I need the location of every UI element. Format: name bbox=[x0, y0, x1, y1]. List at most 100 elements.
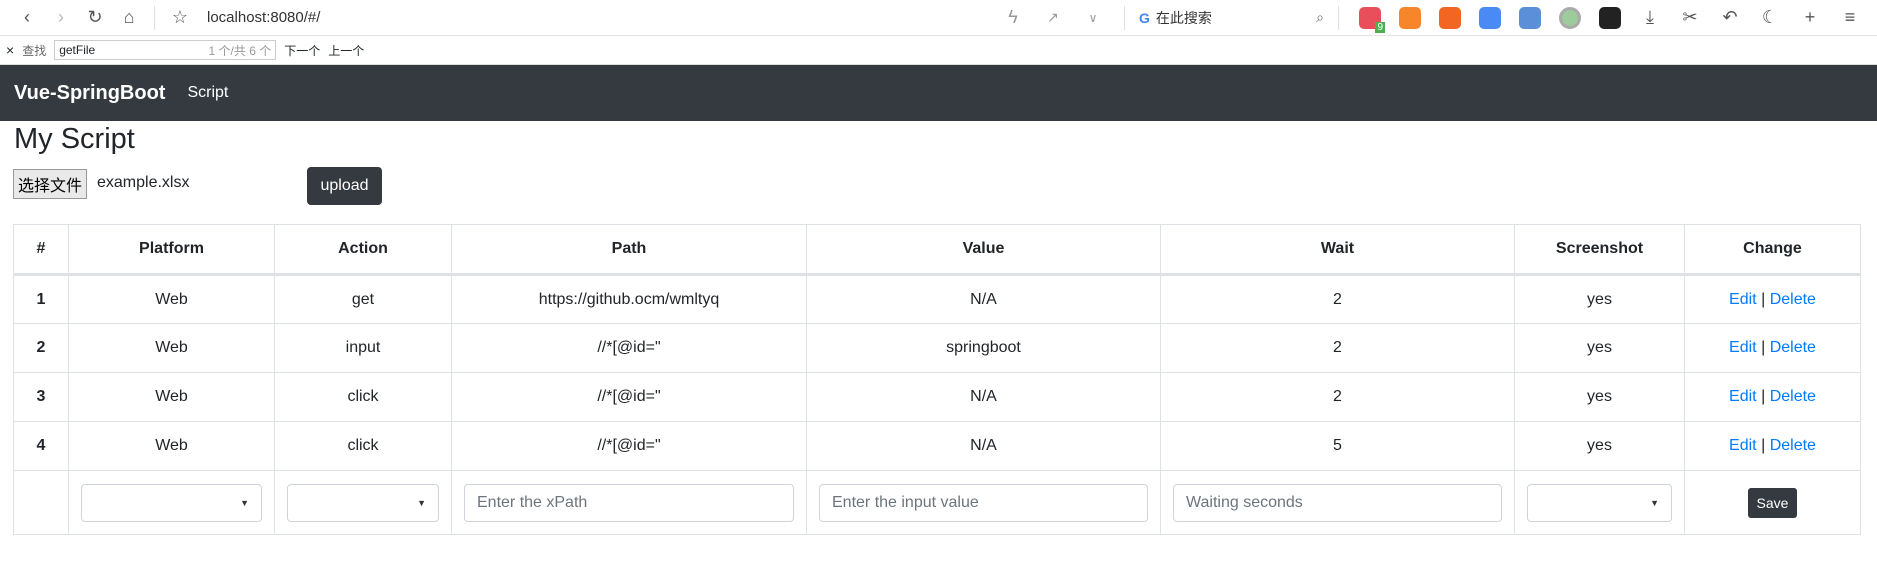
path-cell: //*[@id=" bbox=[451, 323, 807, 373]
edit-link[interactable]: Edit bbox=[1729, 291, 1757, 308]
screenshot-select[interactable]: ▼ bbox=[1527, 483, 1672, 522]
page-title: My Script bbox=[14, 123, 135, 155]
dropdown-arrow-icon: ▼ bbox=[417, 497, 426, 508]
path-cell: https://github.ocm/wmltyq bbox=[451, 274, 807, 324]
separator: | bbox=[1761, 339, 1766, 356]
navbar: Vue-SpringBoot Script bbox=[0, 65, 1877, 121]
change-cell: Edit | Delete bbox=[1684, 372, 1861, 422]
header-value: Value bbox=[806, 224, 1161, 276]
share-icon[interactable]: ↗ bbox=[1036, 9, 1070, 26]
wait-input[interactable]: Waiting seconds bbox=[1173, 483, 1502, 522]
home-icon[interactable]: ⌂ bbox=[112, 7, 146, 28]
nav-link-script[interactable]: Script bbox=[187, 84, 228, 102]
table-header: # Platform Action Path Value Wait Screen… bbox=[13, 224, 1861, 276]
delete-link[interactable]: Delete bbox=[1770, 388, 1816, 405]
edit-link[interactable]: Edit bbox=[1729, 388, 1757, 405]
delete-link[interactable]: Delete bbox=[1770, 291, 1816, 308]
find-prev-button[interactable]: 上一个 bbox=[328, 42, 364, 59]
value-cell: N/A bbox=[806, 274, 1161, 324]
table-row: 1 Web get https://github.ocm/wmltyq N/A 2 yes E… bbox=[13, 274, 1861, 324]
value-input[interactable]: Enter the input value bbox=[819, 483, 1148, 522]
search-icon[interactable]: ⌕ bbox=[1316, 9, 1324, 26]
header-path: Path bbox=[451, 224, 807, 276]
search-placeholder: 在此搜索 bbox=[1155, 9, 1212, 26]
find-count: 1 个/共 6 个 bbox=[208, 43, 272, 58]
plus-icon[interactable]: + bbox=[1793, 7, 1827, 28]
reload-icon[interactable]: ↻ bbox=[78, 7, 112, 28]
table-row: 4 Web click//*[@id=" N/A 5 yes Edit | Delete bbox=[13, 421, 1861, 471]
star-icon[interactable]: ☆ bbox=[163, 7, 197, 28]
save-button[interactable]: Save bbox=[1747, 487, 1798, 518]
header-action: Action bbox=[274, 224, 452, 276]
file-name: example.xlsx bbox=[97, 174, 190, 191]
value-cell: N/A bbox=[806, 421, 1161, 471]
platform-select[interactable]: ▼ bbox=[81, 483, 262, 522]
circle-icon[interactable] bbox=[1559, 6, 1581, 29]
path-cell: //*[@id=" bbox=[451, 372, 807, 422]
screenshot-cell: yes bbox=[1514, 421, 1685, 471]
header-change: Change bbox=[1684, 224, 1861, 276]
tool-icon[interactable] bbox=[1519, 6, 1541, 29]
google-icon: G bbox=[1139, 9, 1150, 26]
choose-file-button[interactable]: 选择文件 bbox=[13, 169, 88, 199]
find-bar: × 查找 getFile 1 个/共 6 个 下一个 上一个 bbox=[0, 36, 1877, 65]
browser-toolbar: ‹ › ↻ ⌂ ☆ localhost:8080/#/ ϟ ↗ ∨ G 在此搜索… bbox=[0, 0, 1877, 36]
platform-cell: Web bbox=[68, 421, 275, 471]
find-query: getFile bbox=[59, 43, 96, 57]
divider bbox=[1338, 5, 1339, 30]
find-next-button[interactable]: 下一个 bbox=[284, 42, 320, 59]
action-cell: click bbox=[274, 372, 452, 422]
path-input[interactable]: Enter the xPath bbox=[464, 483, 794, 522]
back-icon[interactable]: ‹ bbox=[10, 7, 44, 28]
upload-button[interactable]: upload bbox=[307, 167, 382, 205]
screenshot-cell: yes bbox=[1514, 372, 1685, 422]
wait-cell: 2 bbox=[1160, 372, 1515, 422]
divider bbox=[1124, 5, 1125, 30]
header-platform: Platform bbox=[68, 224, 275, 276]
game-icon[interactable] bbox=[1399, 6, 1421, 29]
forward-icon[interactable]: › bbox=[44, 7, 78, 28]
badge: 9 bbox=[1375, 21, 1385, 33]
menu-icon[interactable]: ≡ bbox=[1833, 7, 1867, 28]
header-number: # bbox=[13, 224, 69, 276]
close-icon[interactable]: × bbox=[6, 42, 14, 58]
row-number: 4 bbox=[13, 421, 69, 471]
undo-icon[interactable]: ↶ bbox=[1713, 7, 1747, 28]
find-input[interactable]: getFile 1 个/共 6 个 bbox=[54, 40, 277, 60]
dropdown-arrow-icon: ▼ bbox=[240, 497, 249, 508]
platform-cell: Web bbox=[68, 274, 275, 324]
translate-icon[interactable] bbox=[1479, 6, 1501, 29]
delete-link[interactable]: Delete bbox=[1770, 339, 1816, 356]
lightning-icon[interactable]: ϟ bbox=[996, 7, 1030, 28]
separator: | bbox=[1761, 290, 1766, 308]
row-number: 2 bbox=[13, 323, 69, 373]
chevron-down-icon[interactable]: ∨ bbox=[1076, 11, 1110, 25]
reader-icon[interactable] bbox=[1599, 6, 1621, 29]
scissors-icon[interactable]: ✂ bbox=[1673, 7, 1707, 28]
edit-link[interactable]: Edit bbox=[1729, 339, 1757, 356]
screenshot-cell: yes bbox=[1514, 274, 1685, 324]
extension-icon[interactable]: 9 bbox=[1359, 6, 1385, 33]
delete-link[interactable]: Delete bbox=[1770, 437, 1816, 454]
action-cell: click bbox=[274, 421, 452, 471]
separator: | bbox=[1761, 388, 1766, 405]
upload-row: 选择文件 example.xlsx upload bbox=[0, 157, 1877, 207]
new-step-form: ▼ ▼ Enter the xPath Enter the input valu… bbox=[13, 470, 1861, 535]
action-select[interactable]: ▼ bbox=[287, 483, 439, 522]
edit-link[interactable]: Edit bbox=[1729, 437, 1757, 454]
wait-cell: 2 bbox=[1160, 323, 1515, 373]
moon-icon[interactable]: ☾ bbox=[1753, 7, 1787, 28]
header-screenshot: Screenshot bbox=[1514, 224, 1685, 276]
action-cell: get bbox=[274, 274, 452, 324]
header-wait: Wait bbox=[1160, 224, 1515, 276]
search-box[interactable]: G 在此搜索 ⌕ bbox=[1139, 8, 1324, 28]
dropdown-arrow-icon: ▼ bbox=[1650, 497, 1659, 508]
empty-cell bbox=[13, 470, 69, 535]
change-cell: Edit | Delete bbox=[1684, 274, 1861, 324]
deals-icon[interactable] bbox=[1439, 6, 1461, 29]
navbar-brand[interactable]: Vue-SpringBoot bbox=[14, 82, 165, 105]
table-row: 3 Web click//*[@id=" N/A 2 yes Edit | Delete bbox=[13, 372, 1861, 422]
download-icon[interactable]: ⤓ bbox=[1633, 7, 1667, 28]
value-cell: N/A bbox=[806, 372, 1161, 422]
address-bar[interactable]: localhost:8080/#/ bbox=[207, 9, 320, 26]
